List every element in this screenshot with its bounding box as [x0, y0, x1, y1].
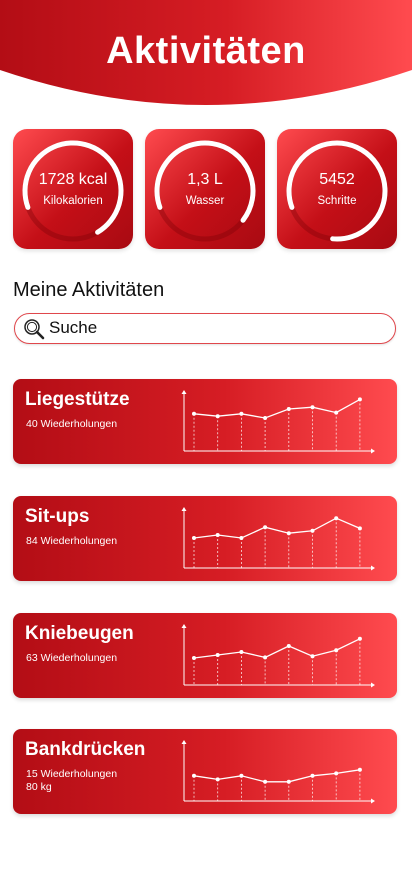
- data-point: [310, 528, 315, 533]
- data-point: [310, 654, 315, 659]
- data-point: [310, 405, 315, 410]
- data-point: [192, 536, 196, 540]
- data-point: [286, 779, 291, 784]
- y-axis-arrow: [181, 740, 187, 744]
- data-point: [215, 653, 220, 657]
- data-point: [286, 644, 291, 648]
- stat-value: 1728 kcal: [38, 171, 108, 188]
- data-point: [192, 411, 196, 416]
- activity-name: Kniebeugen: [25, 623, 134, 644]
- activity-card-situps[interactable]: Sit-ups 84 Wiederholungen: [13, 496, 397, 581]
- activity-weight: 80 kg: [26, 781, 52, 793]
- data-point: [334, 648, 339, 653]
- activity-name: Sit-ups: [25, 506, 90, 527]
- activity-repetitions: 15 Wiederholungen: [26, 768, 118, 780]
- activity-card-bankdruecken[interactable]: Bankdrücken 15 Wiederholungen 80 kg: [13, 729, 397, 814]
- data-point: [239, 773, 244, 778]
- data-point: [334, 410, 339, 415]
- data-point: [263, 779, 268, 784]
- y-axis-arrow: [181, 390, 187, 394]
- data-point: [192, 656, 196, 660]
- data-point: [239, 536, 244, 540]
- stat-value: 1,3 L: [187, 171, 223, 188]
- data-point: [239, 650, 244, 654]
- data-point: [310, 773, 315, 778]
- data-point: [334, 771, 339, 776]
- activity-name: Bankdrücken: [25, 739, 146, 760]
- y-axis-arrow: [181, 507, 187, 511]
- stat-label: Kilokalorien: [43, 195, 103, 207]
- stat-card-steps[interactable]: 5452 Schritte: [277, 129, 397, 249]
- search-icon: [24, 319, 45, 340]
- data-point: [239, 411, 244, 416]
- data-point: [192, 773, 196, 778]
- activity-card-liegestuetze[interactable]: Liegestütze 40 Wiederholungen: [13, 379, 397, 464]
- activity-detail: 84 Wiederholungen: [26, 535, 117, 548]
- activity-detail: 15 Wiederholungen 80 kg: [26, 768, 117, 794]
- activity-card-kniebeugen[interactable]: Kniebeugen 63 Wiederholungen: [13, 613, 397, 698]
- x-axis-arrow: [371, 448, 375, 454]
- data-point: [215, 533, 220, 537]
- stat-card-water[interactable]: 1,3 L Wasser: [145, 129, 265, 249]
- data-point: [215, 414, 220, 419]
- data-point: [263, 525, 268, 530]
- activity-line-chart: [181, 507, 375, 571]
- activity-name: Liegestütze: [25, 389, 130, 410]
- search-bar[interactable]: [14, 313, 396, 344]
- activity-line-chart: [181, 624, 375, 688]
- water-progress-ring: [154, 140, 256, 242]
- data-point: [215, 777, 220, 782]
- x-axis-arrow: [371, 565, 375, 571]
- search-input[interactable]: [49, 317, 379, 339]
- activity-detail: 63 Wiederholungen: [26, 652, 117, 665]
- stat-label: Schritte: [317, 195, 357, 207]
- activity-repetitions: 40 Wiederholungen: [26, 418, 118, 430]
- data-point: [357, 767, 362, 772]
- data-point: [357, 526, 362, 531]
- data-point: [263, 655, 268, 660]
- stat-label: Wasser: [185, 195, 225, 207]
- steps-progress-ring: [286, 140, 388, 242]
- data-point: [357, 636, 362, 641]
- x-axis-arrow: [371, 798, 375, 804]
- section-title: Meine Aktivitäten: [13, 279, 165, 301]
- data-point: [263, 416, 268, 420]
- x-axis-arrow: [371, 682, 375, 688]
- data-point: [286, 407, 291, 411]
- activity-detail: 40 Wiederholungen: [26, 418, 117, 431]
- data-point: [286, 531, 291, 536]
- stat-value: 5452: [319, 171, 355, 188]
- page-title: Aktivitäten: [106, 30, 306, 72]
- activity-repetitions: 84 Wiederholungen: [26, 535, 118, 547]
- stat-card-calories[interactable]: 1728 kcal Kilokalorien: [13, 129, 133, 249]
- y-axis-arrow: [181, 624, 187, 628]
- header: Aktivitäten: [0, 0, 412, 110]
- data-point: [334, 516, 339, 521]
- data-point: [357, 397, 362, 402]
- activity-line-chart: [181, 740, 375, 804]
- activity-repetitions: 63 Wiederholungen: [26, 652, 118, 664]
- calories-progress-ring: [22, 140, 124, 242]
- activity-line-chart: [181, 390, 375, 454]
